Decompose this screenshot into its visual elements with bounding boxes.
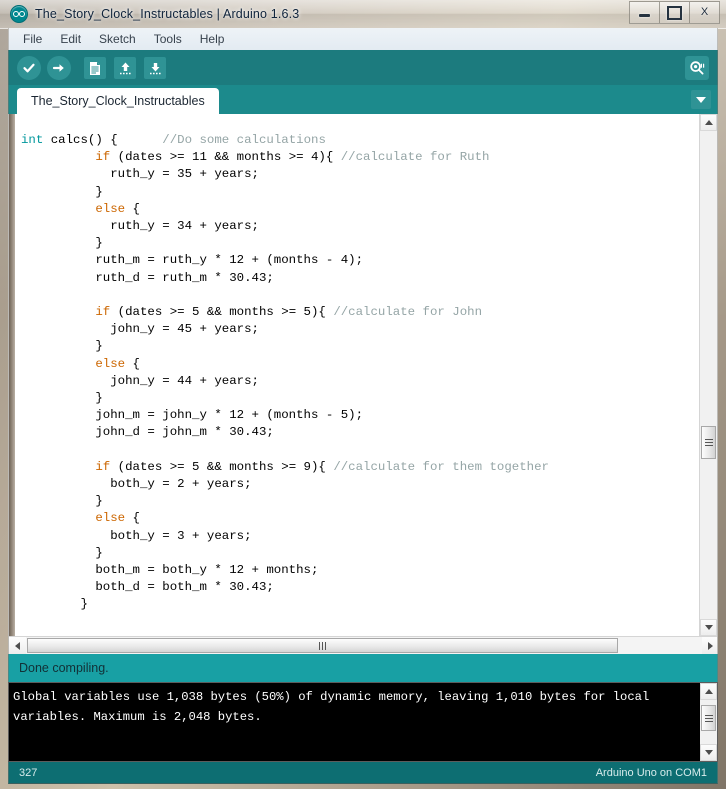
menu-item-sketch[interactable]: Sketch (91, 30, 144, 48)
maximize-button[interactable] (660, 1, 690, 24)
console-scrollbar-thumb[interactable] (701, 705, 716, 731)
window-title-bar[interactable]: The_Story_Clock_Instructables | Arduino … (0, 0, 726, 29)
new-document-icon (84, 57, 106, 79)
toolbar (8, 50, 718, 85)
line-number: 327 (19, 766, 38, 779)
console-scroll-down-button[interactable] (700, 744, 717, 761)
grip-icon (704, 714, 713, 722)
arrow-up-icon (114, 57, 136, 79)
minimize-icon (639, 13, 650, 17)
console-panel[interactable]: Global variables use 1,038 bytes (50%) o… (8, 682, 718, 762)
horizontal-scrollbar-thumb[interactable] (27, 638, 618, 653)
code-editor[interactable]: int calcs() { //Do some calculations if … (8, 114, 718, 654)
code-text[interactable]: int calcs() { //Do some calculations if … (15, 114, 701, 636)
magnifier-icon (685, 56, 709, 80)
tab-the-story-clock-instructables[interactable]: The_Story_Clock_Instructables (17, 88, 219, 114)
scroll-down-button[interactable] (700, 619, 717, 636)
scroll-up-button[interactable] (700, 114, 717, 131)
board-info: Arduino Uno on COM1 (595, 766, 707, 779)
menu-item-help[interactable]: Help (192, 30, 233, 48)
editor-vertical-scrollbar[interactable] (699, 114, 717, 636)
serial-monitor-button[interactable] (685, 56, 709, 80)
menu-item-file[interactable]: File (15, 30, 50, 48)
grip-icon (319, 641, 326, 650)
console-scroll-up-button[interactable] (700, 683, 717, 700)
save-button[interactable] (143, 56, 167, 80)
chevron-down-icon (696, 96, 706, 103)
close-button[interactable]: X (690, 1, 720, 24)
scroll-right-button[interactable] (702, 637, 717, 654)
arrow-down-icon (704, 625, 713, 630)
arduino-infinity-icon (10, 5, 28, 23)
minimize-button[interactable] (629, 1, 660, 24)
new-button[interactable] (83, 56, 107, 80)
arrow-down-icon (144, 57, 166, 79)
menu-item-edit[interactable]: Edit (52, 30, 89, 48)
status-message-bar: Done compiling. (8, 654, 718, 682)
tab-strip: The_Story_Clock_Instructables (8, 85, 718, 114)
status-message: Done compiling. (19, 661, 109, 675)
arrow-left-icon (15, 641, 20, 650)
status-bar: 327 Arduino Uno on COM1 (8, 762, 718, 784)
maximize-icon (667, 5, 682, 20)
editor-horizontal-scrollbar[interactable] (9, 636, 717, 654)
console-vertical-scrollbar[interactable] (700, 683, 717, 761)
grip-icon (704, 439, 713, 446)
console-output: Global variables use 1,038 bytes (50%) o… (13, 690, 657, 724)
window-controls: X (629, 1, 720, 24)
arrow-right-icon (47, 56, 71, 80)
arrow-up-icon (704, 689, 713, 694)
arrow-right-icon (708, 641, 713, 650)
window-title: The_Story_Clock_Instructables | Arduino … (35, 7, 300, 21)
arduino-ide-window: The_Story_Clock_Instructables | Arduino … (0, 0, 726, 789)
vertical-scrollbar-thumb[interactable] (701, 426, 716, 459)
arrow-up-icon (704, 120, 713, 125)
scroll-left-button[interactable] (9, 637, 26, 654)
menu-bar: File Edit Sketch Tools Help (8, 28, 718, 50)
tab-label: The_Story_Clock_Instructables (31, 94, 205, 108)
checkmark-icon (17, 56, 41, 80)
arrow-down-icon (704, 750, 713, 755)
open-button[interactable] (113, 56, 137, 80)
upload-button[interactable] (47, 56, 71, 80)
close-icon: X (700, 6, 709, 18)
verify-button[interactable] (17, 56, 41, 80)
menu-item-tools[interactable]: Tools (146, 30, 190, 48)
tab-menu-button[interactable] (691, 90, 711, 109)
